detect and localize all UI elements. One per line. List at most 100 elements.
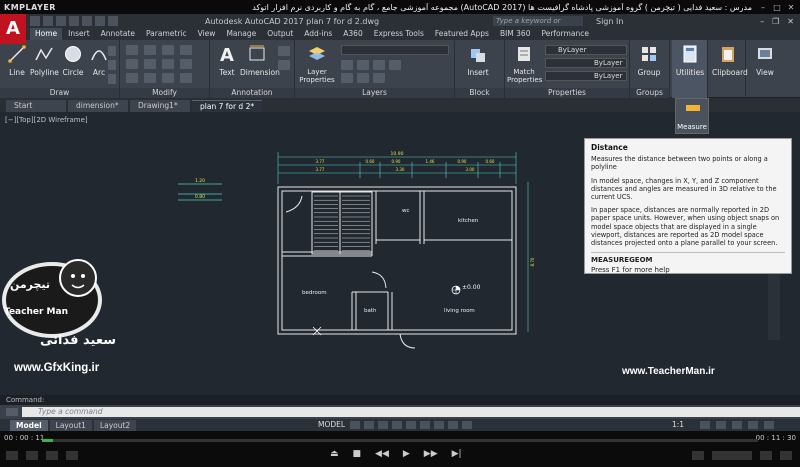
draw-group-label[interactable]: Draw xyxy=(0,88,119,98)
menu-icon[interactable] xyxy=(780,451,792,460)
polyline-tool[interactable]: Polyline xyxy=(30,44,59,77)
layer-dropdown[interactable] xyxy=(341,45,449,55)
redo-icon[interactable] xyxy=(108,16,118,26)
leader-icon[interactable] xyxy=(278,46,290,56)
settings-icon[interactable] xyxy=(66,451,78,460)
command-prompt-icon[interactable] xyxy=(6,408,18,416)
playlist-icon[interactable] xyxy=(6,451,18,460)
save-as-icon[interactable] xyxy=(69,16,79,26)
draw-extra-icon[interactable] xyxy=(108,60,116,70)
file-tab[interactable]: Drawing1* xyxy=(130,100,190,112)
workspace-icon[interactable] xyxy=(700,421,710,429)
command-input[interactable]: Type a command xyxy=(22,407,800,417)
properties-group-label[interactable]: Properties xyxy=(505,88,629,98)
new-icon[interactable] xyxy=(30,16,40,26)
annotation-scale[interactable]: 1:1 xyxy=(672,420,684,429)
layer-icon[interactable] xyxy=(389,60,401,70)
ribbon-tab[interactable]: Annotate xyxy=(96,28,140,40)
stretch-icon[interactable] xyxy=(126,73,138,83)
volume-slider[interactable] xyxy=(712,451,752,460)
table-icon[interactable] xyxy=(278,60,290,70)
utilities-tool[interactable]: Utilities xyxy=(674,44,706,77)
measure-button[interactable]: Measure xyxy=(675,98,709,134)
otrack-icon[interactable] xyxy=(420,421,430,429)
layer-icon[interactable] xyxy=(373,73,385,83)
isolate-icon[interactable] xyxy=(716,421,726,429)
restore-icon[interactable]: ❐ xyxy=(772,17,779,26)
file-tab[interactable]: plan 7 for d 2* xyxy=(192,100,263,112)
annotation-group-label[interactable]: Annotation xyxy=(210,88,294,98)
search-input[interactable]: Type a keyword or phrase xyxy=(493,16,583,35)
draw-extra-icon[interactable] xyxy=(108,74,116,84)
volume-icon[interactable] xyxy=(692,451,704,460)
file-tab[interactable]: dimension* xyxy=(68,100,128,112)
osnap-icon[interactable] xyxy=(406,421,416,429)
sign-in-button[interactable]: Sign In xyxy=(596,17,623,26)
seek-bar[interactable] xyxy=(42,439,758,442)
minimize-icon[interactable]: – xyxy=(760,17,764,26)
player-minimize-icon[interactable]: – xyxy=(758,3,768,12)
draw-extra-icon[interactable] xyxy=(108,46,116,56)
layer-icon[interactable] xyxy=(341,73,353,83)
stop-icon[interactable]: ■ xyxy=(353,449,362,459)
subtitle-icon[interactable] xyxy=(46,451,58,460)
groups-group-label[interactable]: Groups xyxy=(630,88,669,98)
close-icon[interactable]: ✕ xyxy=(787,17,794,26)
match-properties-tool[interactable]: Match Properties xyxy=(507,44,542,84)
text-tool[interactable]: A Text xyxy=(214,44,240,77)
lineweight-icon[interactable] xyxy=(434,421,444,429)
view-tool[interactable]: View xyxy=(752,44,778,77)
group-tool[interactable]: Group xyxy=(636,44,662,77)
3d-icon[interactable] xyxy=(26,451,38,460)
lineweight-dropdown[interactable]: ByLayer xyxy=(545,71,627,81)
fillet-icon[interactable] xyxy=(162,59,174,69)
next-icon[interactable]: ▶▶ xyxy=(424,449,438,459)
frame-icon[interactable]: ▶| xyxy=(452,449,462,459)
layout-tab[interactable]: Layout1 xyxy=(49,419,92,431)
ribbon-tab[interactable]: Performance xyxy=(536,28,594,40)
annotation-icon[interactable] xyxy=(462,421,472,429)
block-group-label[interactable]: Block xyxy=(455,88,504,98)
autocad-app-button[interactable]: A xyxy=(0,14,26,44)
copy-icon[interactable] xyxy=(126,59,138,69)
scale-icon[interactable] xyxy=(144,73,156,83)
layer-properties-tool[interactable]: Layer Properties xyxy=(299,44,335,84)
layout-tab[interactable]: Model xyxy=(10,419,48,431)
ribbon-tab[interactable]: View xyxy=(193,28,221,40)
array-icon[interactable] xyxy=(162,73,174,83)
grid-icon[interactable] xyxy=(350,421,360,429)
layer-icon[interactable] xyxy=(357,73,369,83)
layer-icon[interactable] xyxy=(341,60,353,70)
color-dropdown[interactable]: ByLayer xyxy=(545,45,627,55)
clipboard-tool[interactable]: Clipboard xyxy=(712,44,748,77)
layer-icon[interactable] xyxy=(357,60,369,70)
snap-icon[interactable] xyxy=(364,421,374,429)
move-icon[interactable] xyxy=(126,45,138,55)
ribbon-tab[interactable]: Insert xyxy=(63,28,95,40)
erase-icon[interactable] xyxy=(180,45,192,55)
circle-tool[interactable]: Circle xyxy=(60,44,86,77)
polar-icon[interactable] xyxy=(392,421,402,429)
rotate-icon[interactable] xyxy=(144,45,156,55)
mirror-icon[interactable] xyxy=(144,59,156,69)
linetype-dropdown[interactable]: ByLayer xyxy=(545,58,627,68)
ortho-icon[interactable] xyxy=(378,421,388,429)
trim-icon[interactable] xyxy=(162,45,174,55)
clean-screen-icon[interactable] xyxy=(748,421,758,429)
ribbon-tab[interactable]: Express Tools xyxy=(369,28,429,40)
hardware-icon[interactable] xyxy=(732,421,742,429)
file-tab[interactable]: Start xyxy=(6,100,66,112)
dimension-tool[interactable]: Dimension xyxy=(240,44,280,77)
ribbon-tab[interactable]: Manage xyxy=(221,28,261,40)
model-space-button[interactable]: MODEL xyxy=(318,420,345,429)
save-icon[interactable] xyxy=(56,16,66,26)
player-maximize-icon[interactable]: □ xyxy=(772,3,782,12)
plot-icon[interactable] xyxy=(82,16,92,26)
equalizer-icon[interactable] xyxy=(760,451,772,460)
modify-group-label[interactable]: Modify xyxy=(120,88,209,98)
ribbon-tab[interactable]: Add-ins xyxy=(299,28,337,40)
ribbon-tab[interactable]: Featured Apps xyxy=(430,28,494,40)
ribbon-tab[interactable]: Parametric xyxy=(141,28,192,40)
selection-icon[interactable] xyxy=(448,421,458,429)
insert-tool[interactable]: Insert xyxy=(465,44,491,77)
